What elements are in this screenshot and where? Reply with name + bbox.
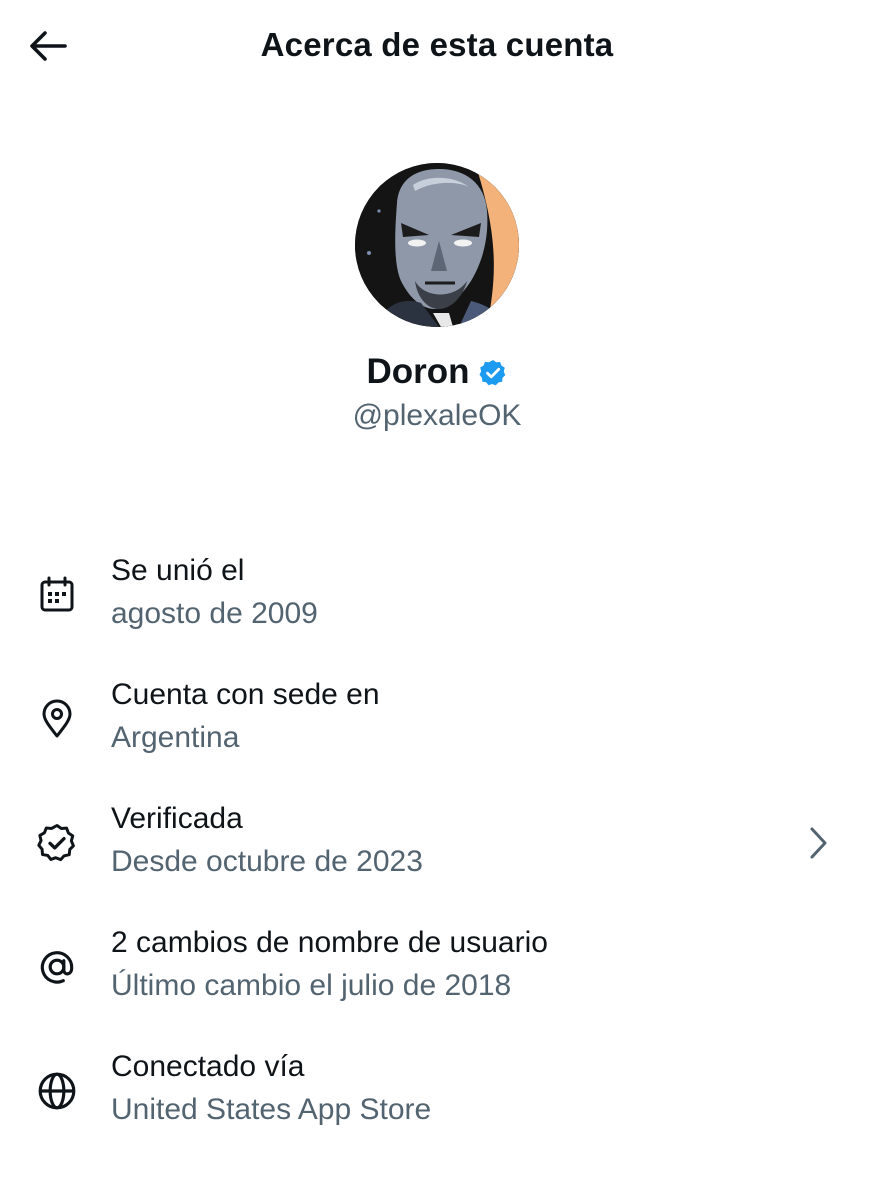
username-handle: @plexaleOK	[352, 399, 522, 432]
info-subtitle: Desde octubre de 2023	[111, 845, 423, 878]
top-bar: Acerca de esta cuenta	[0, 0, 874, 92]
profile-name-row: Doron	[0, 352, 874, 392]
display-name: Doron	[366, 352, 470, 391]
globe-icon	[34, 1068, 80, 1114]
info-title: 2 cambios de nombre de usuario	[111, 926, 548, 959]
verified-badge-outline-icon	[34, 820, 80, 866]
avatar[interactable]	[355, 163, 519, 327]
location-pin-icon	[34, 696, 80, 742]
info-subtitle: Último cambio el julio de 2018	[111, 969, 512, 1002]
info-title: Conectado vía	[111, 1050, 305, 1083]
info-row-location: Cuenta con sede en Argentina	[0, 669, 874, 793]
info-row-connected-via: Conectado vía United States App Store	[0, 1041, 874, 1165]
chevron-right-icon[interactable]	[800, 823, 836, 863]
info-subtitle: Argentina	[111, 721, 240, 754]
info-subtitle: United States App Store	[111, 1093, 432, 1126]
calendar-icon	[34, 572, 80, 618]
info-title: Cuenta con sede en	[111, 678, 380, 711]
verified-badge-icon[interactable]	[478, 358, 508, 388]
account-info-list: Se unió el agosto de 2009 Cuenta con sed…	[0, 545, 874, 1165]
info-subtitle: agosto de 2009	[111, 597, 318, 630]
info-row-username-changes: 2 cambios de nombre de usuario Último ca…	[0, 917, 874, 1041]
info-row-verified[interactable]: Verificada Desde octubre de 2023	[0, 793, 874, 917]
at-sign-icon	[34, 944, 80, 990]
info-title: Se unió el	[111, 554, 245, 587]
info-title: Verificada	[111, 802, 243, 835]
info-row-joined: Se unió el agosto de 2009	[0, 545, 874, 669]
page-title: Acerca de esta cuenta	[260, 26, 614, 63]
